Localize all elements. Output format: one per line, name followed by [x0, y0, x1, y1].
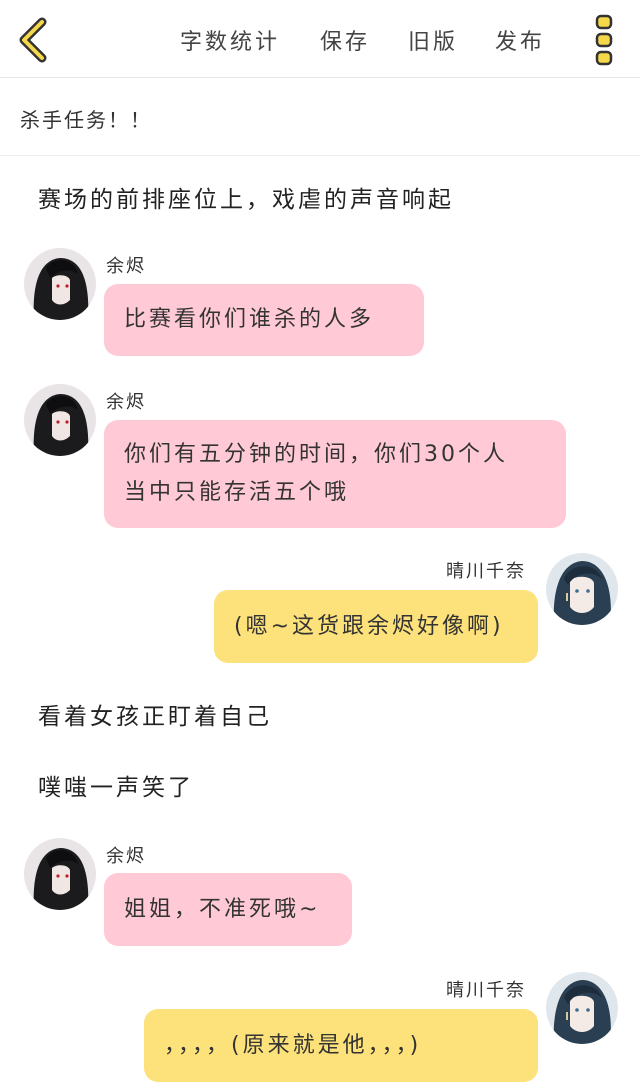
avatar-harukawa-image	[546, 553, 618, 625]
chapter-title[interactable]: 杀手任务！！	[20, 104, 152, 133]
speaker-name: 余烬	[106, 392, 146, 413]
avatar-harukawa-image	[546, 972, 618, 1044]
chat-bubble-line: 你们有五分钟的时间，你们30个人	[124, 442, 508, 467]
avatar-yujin-image	[24, 384, 96, 456]
narration-text: 噗嗤一声笑了	[38, 775, 194, 801]
menu-button[interactable]	[590, 14, 618, 66]
narration-text: 看着女孩正盯着自己	[38, 704, 272, 730]
save-button[interactable]: 保存	[320, 24, 370, 56]
avatar-yujin[interactable]	[24, 838, 96, 910]
word-count-button[interactable]: 字数统计	[180, 24, 280, 56]
avatar-harukawa-chinatsu[interactable]	[546, 553, 618, 625]
avatar-yujin[interactable]	[24, 384, 96, 456]
speaker-name: 晴川千奈	[446, 561, 526, 582]
speaker-name: 余烬	[106, 256, 146, 277]
avatar-yujin-image	[24, 248, 96, 320]
top-bar: 字数统计 保存 旧版 发布	[0, 0, 640, 78]
publish-button[interactable]: 发布	[495, 24, 545, 56]
speaker-name: 晴川千奈	[446, 980, 526, 1001]
chat-bubble[interactable]: 你们有五分钟的时间，你们30个人 当中只能存活五个哦	[104, 420, 566, 528]
chat-bubble[interactable]: 比赛看你们谁杀的人多	[104, 284, 424, 356]
old-version-button[interactable]: 旧版	[408, 24, 458, 56]
avatar-yujin[interactable]	[24, 248, 96, 320]
speaker-name: 余烬	[106, 846, 146, 867]
avatar-yujin-image	[24, 838, 96, 910]
back-button[interactable]	[14, 16, 54, 64]
vertical-dots-menu-icon	[595, 14, 613, 66]
chat-bubble[interactable]: ，，，，(原来就是他，，，)	[144, 1009, 538, 1082]
chapter-title-row[interactable]: 杀手任务！！	[0, 78, 640, 156]
chat-bubble[interactable]: 姐姐，不准死哦~	[104, 873, 352, 946]
avatar-harukawa-chinatsu[interactable]	[546, 972, 618, 1044]
chat-bubble-line: 当中只能存活五个哦	[124, 480, 350, 505]
chevron-left-icon	[19, 17, 47, 63]
narration-text: 赛场的前排座位上，戏虐的声音响起	[38, 187, 454, 213]
chat-bubble[interactable]: (嗯~这货跟余烬好像啊)	[214, 590, 538, 663]
